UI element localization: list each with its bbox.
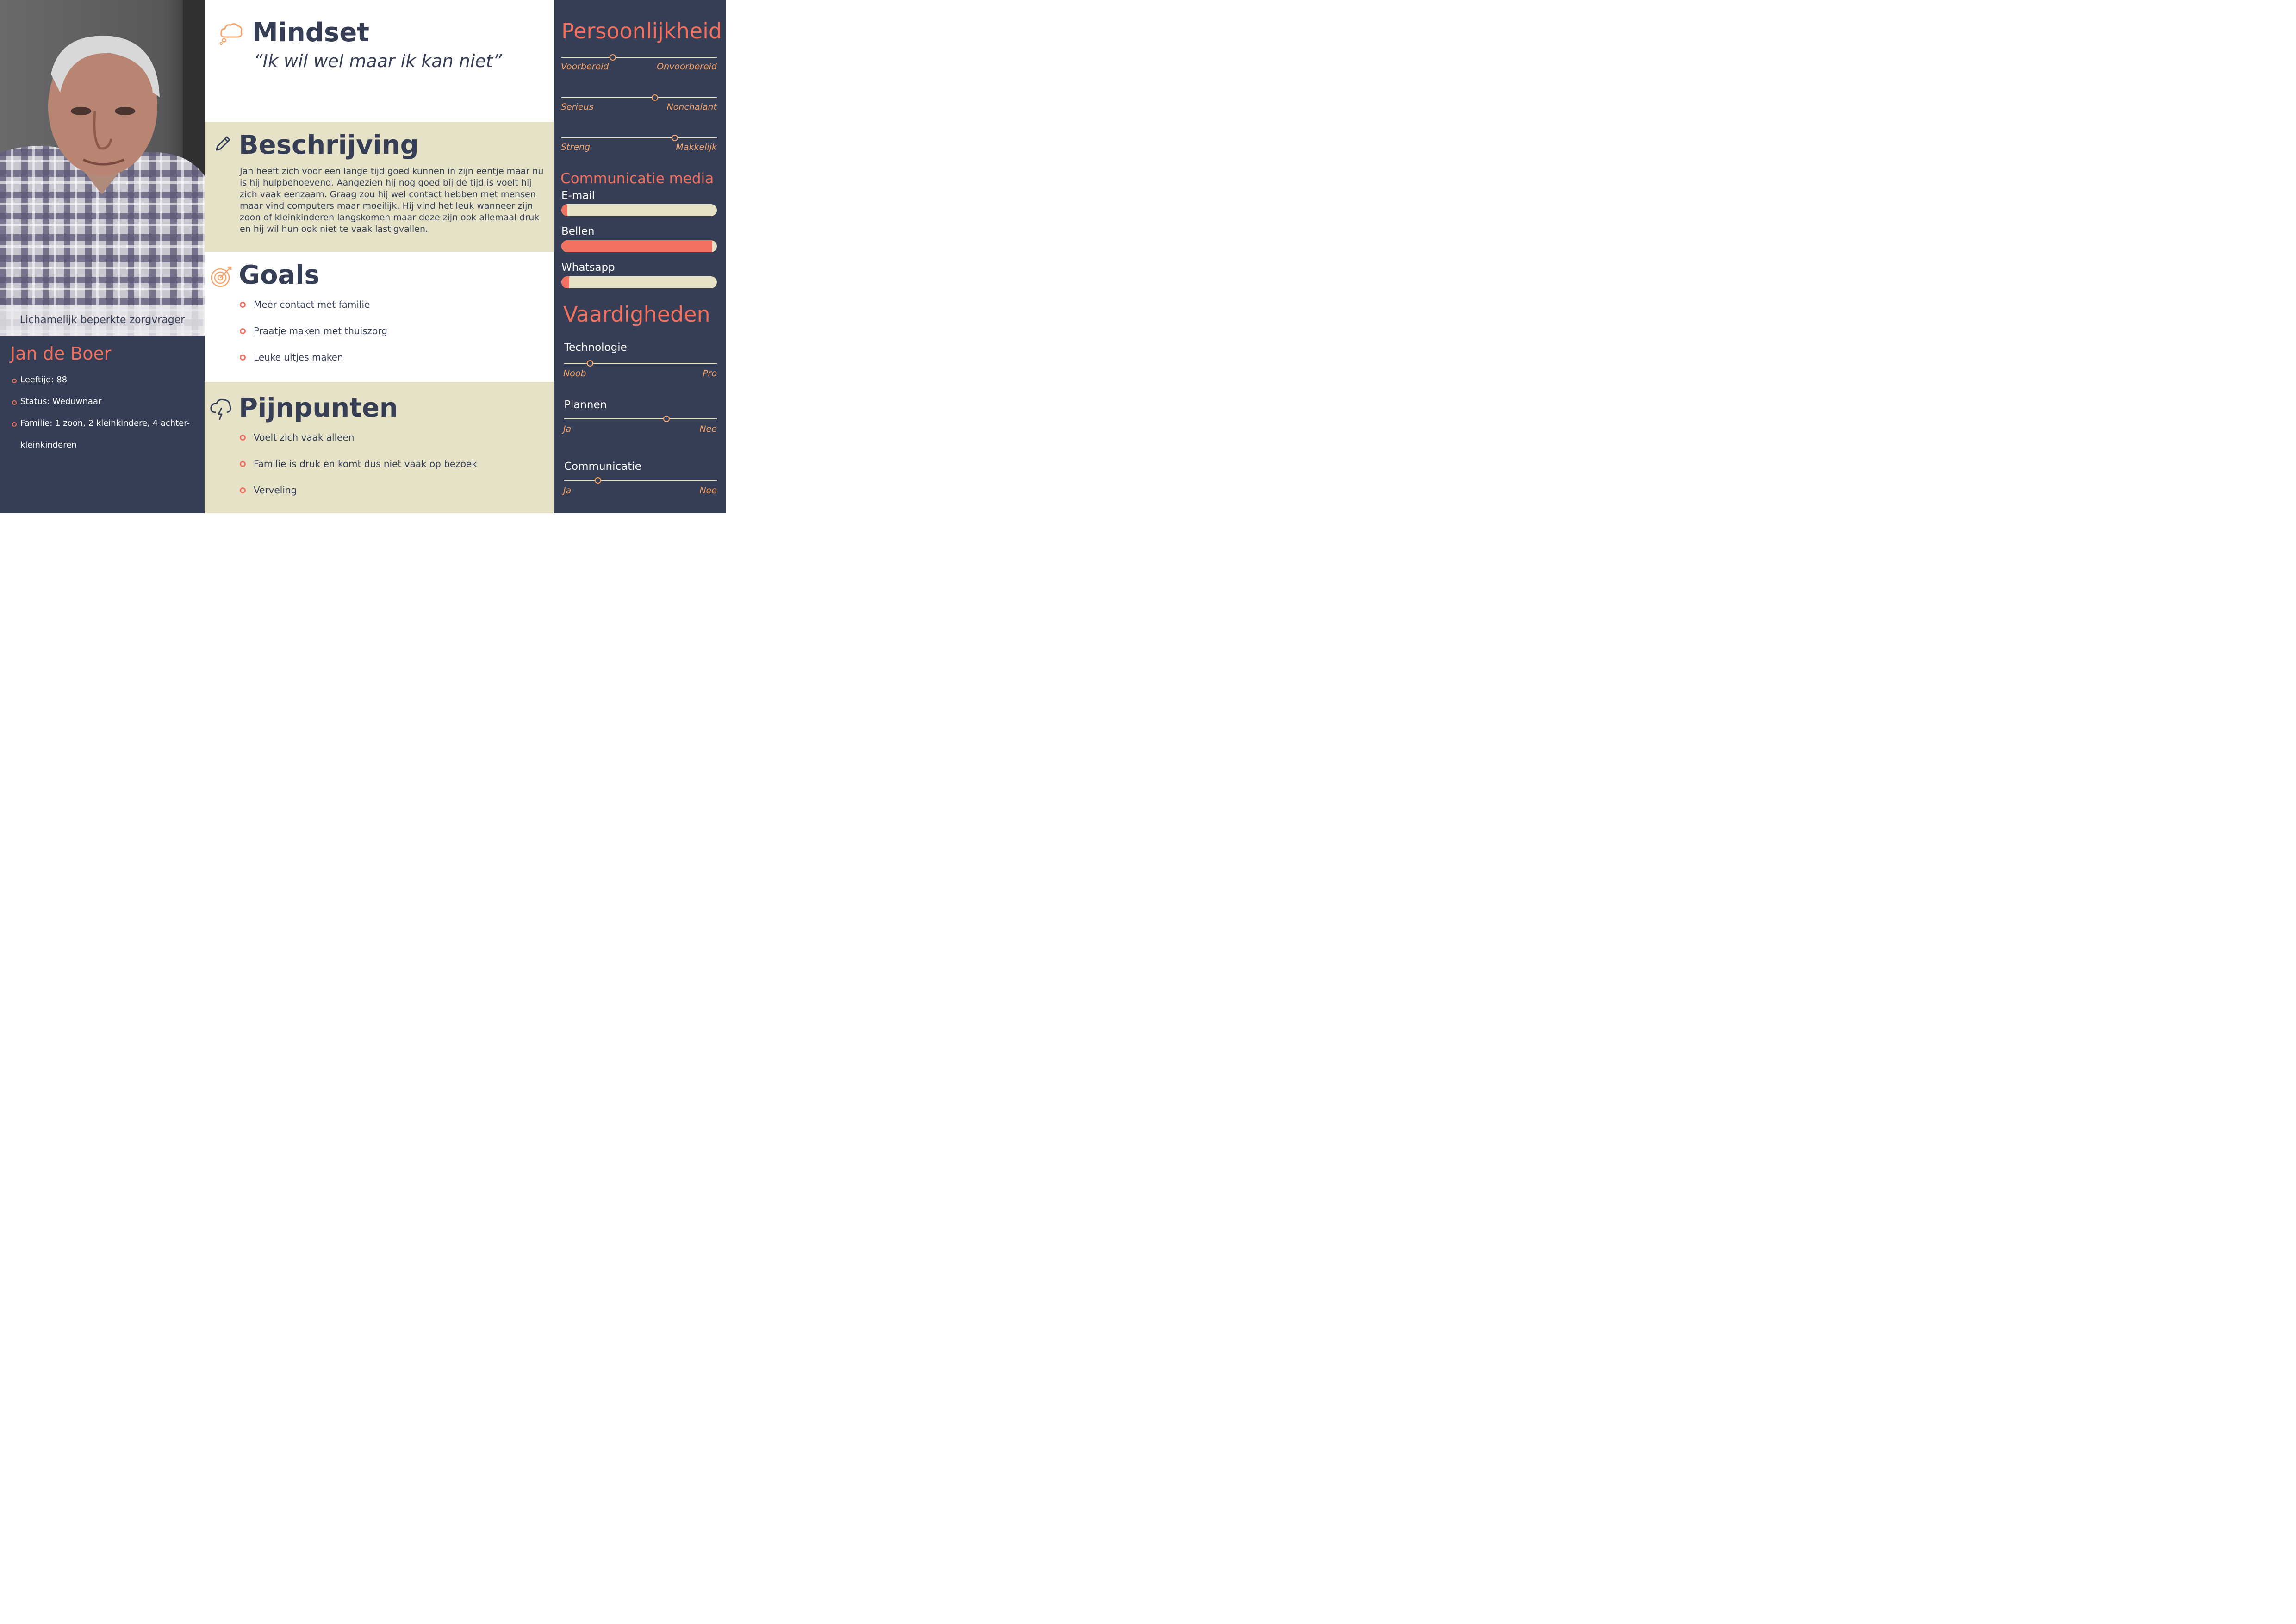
media-bar-bellen — [561, 240, 717, 252]
slider-streng — [561, 135, 717, 141]
slider-communicatie — [564, 477, 717, 484]
slider-right-label: Nonchalant — [666, 102, 717, 112]
list-item: Verveling — [240, 485, 477, 511]
slider-knob — [651, 94, 658, 101]
pijnpunten-list: Voelt zich vaak alleen Familie is druk e… — [240, 432, 477, 511]
slider-knob — [587, 360, 594, 367]
media-label-whatsapp: Whatsapp — [561, 261, 615, 274]
skill-label-plannen: Plannen — [564, 399, 607, 411]
beschrijving-text: Jan heeft zich voor een lange tijd goed … — [240, 166, 544, 234]
thought-cloud-icon — [219, 23, 243, 45]
bar-fill — [561, 204, 568, 216]
mindset-section: Mindset “Ik wil wel maar ik kan niet” — [205, 0, 554, 122]
vaardigheden-title: Vaardigheden — [563, 302, 710, 327]
storm-cloud-icon — [210, 398, 231, 420]
slider-right-label: Makkelijk — [676, 142, 717, 152]
skill-label-communicatie: Communicatie — [564, 460, 641, 473]
bullet-icon — [240, 487, 246, 493]
slider-left-label: Noob — [563, 368, 586, 379]
profile-details: Leeftijd: 88 Status: Weduwnaar Familie: … — [11, 369, 201, 456]
slider-left-label: Ja — [563, 424, 572, 434]
slider-voorbereid — [561, 54, 717, 61]
target-icon — [211, 266, 232, 287]
list-item: Meer contact met familie — [240, 299, 387, 325]
slider-right-label: Nee — [699, 424, 717, 434]
detail-age: Leeftijd: 88 — [11, 369, 201, 391]
pijnpunten-section: Pijnpunten Voelt zich vaak alleen Famili… — [205, 382, 554, 513]
beschrijving-title: Beschrijving — [239, 130, 419, 160]
goals-section: Goals Meer contact met familie Praatje m… — [205, 252, 554, 382]
slider-plannen — [564, 416, 717, 422]
media-label-email: E-mail — [561, 190, 595, 202]
bullet-icon — [12, 379, 17, 383]
slider-knob — [663, 416, 670, 422]
skill-label-technologie: Technologie — [564, 342, 627, 354]
list-item: Voelt zich vaak alleen — [240, 432, 477, 458]
slider-right-label: Nee — [699, 485, 717, 496]
bullet-icon — [240, 355, 246, 361]
bullet-icon — [12, 422, 17, 427]
bullet-icon — [240, 302, 246, 308]
media-bar-whatsapp — [561, 276, 717, 288]
list-item: Leuke uitjes maken — [240, 352, 387, 378]
detail-family: Familie: 1 zoon, 2 kleinkindere, 4 achte… — [11, 412, 201, 434]
bullet-icon — [240, 461, 246, 467]
bullet-icon — [240, 435, 246, 441]
communicatie-media-title: Communicatie media — [560, 170, 714, 187]
goals-title: Goals — [239, 260, 320, 290]
slider-left-label: Ja — [563, 485, 572, 496]
slider-knob — [609, 54, 616, 61]
bar-fill — [561, 276, 569, 288]
profile-photo — [0, 0, 205, 336]
media-bar-email — [561, 204, 717, 216]
slider-left-label: Serieus — [561, 102, 594, 112]
pencil-icon — [216, 136, 230, 151]
slider-technologie — [564, 360, 717, 367]
portrait-illustration — [0, 0, 205, 336]
slider-left-label: Voorbereid — [561, 62, 609, 72]
bullet-icon — [12, 400, 17, 405]
detail-family-cont: kleinkinderen — [20, 440, 77, 450]
slider-knob — [672, 135, 678, 141]
list-item: Familie is druk en komt dus niet vaak op… — [240, 458, 477, 485]
mindset-quote: “Ik wil wel maar ik kan niet” — [254, 51, 502, 71]
persoonlijkheid-title: Persoonlijkheid — [561, 19, 722, 44]
bar-fill — [561, 240, 712, 252]
goals-list: Meer contact met familie Praatje maken m… — [240, 299, 387, 378]
slider-serieus — [561, 94, 717, 101]
slider-left-label: Streng — [561, 142, 591, 152]
persona-name: Jan de Boer — [10, 343, 112, 364]
slider-right-label: Onvoorbereid — [657, 62, 717, 72]
persona-caption: Lichamelijk beperkte zorgvrager — [0, 305, 205, 336]
slider-knob — [594, 477, 601, 484]
slider-right-label: Pro — [703, 368, 717, 379]
beschrijving-section: Beschrijving Jan heeft zich voor een lan… — [205, 122, 554, 252]
traits-column: Persoonlijkheid Voorbereid Onvoorbereid … — [554, 0, 726, 513]
media-label-bellen: Bellen — [561, 225, 595, 237]
profile-column: Lichamelijk beperkte zorgvrager Jan de B… — [0, 0, 205, 513]
pijnpunten-title: Pijnpunten — [239, 393, 398, 423]
content-column: Mindset “Ik wil wel maar ik kan niet” Be… — [205, 0, 554, 513]
mindset-title: Mindset — [252, 18, 369, 48]
list-item: Praatje maken met thuiszorg — [240, 325, 387, 352]
detail-status: Status: Weduwnaar — [11, 391, 201, 412]
bullet-icon — [240, 328, 246, 334]
